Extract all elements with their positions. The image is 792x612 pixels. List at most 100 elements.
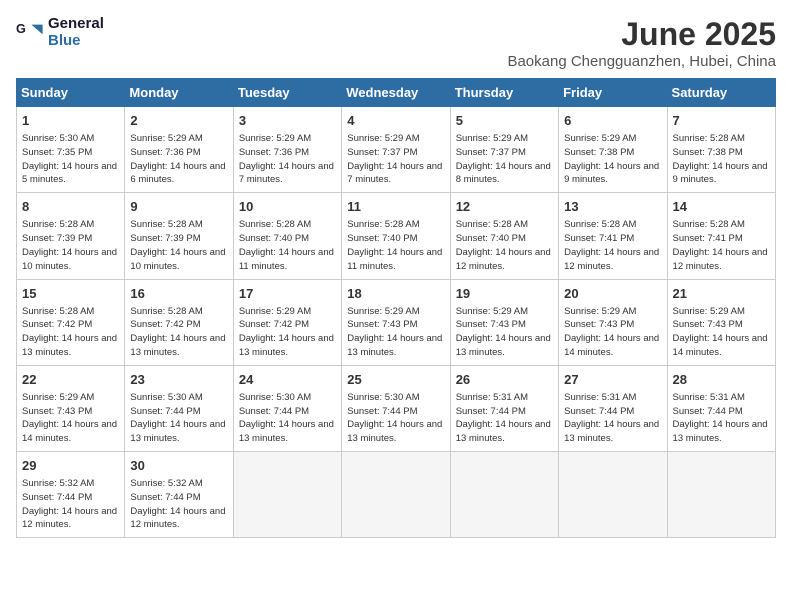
day-info: Sunrise: 5:30 AMSunset: 7:44 PMDaylight:… — [239, 391, 336, 446]
title-area: June 2025 Baokang Chengguanzhen, Hubei, … — [507, 16, 776, 70]
calendar-cell: 2 Sunrise: 5:29 AMSunset: 7:36 PMDaylight… — [125, 107, 233, 193]
day-info: Sunrise: 5:31 AMSunset: 7:44 PMDaylight:… — [673, 391, 770, 446]
day-number: 25 — [347, 371, 444, 389]
weekday-header-wednesday: Wednesday — [342, 79, 450, 107]
day-info: Sunrise: 5:29 AMSunset: 7:36 PMDaylight:… — [239, 132, 336, 187]
day-info: Sunrise: 5:29 AMSunset: 7:38 PMDaylight:… — [564, 132, 661, 187]
calendar-cell: 30Sunrise: 5:32 AMSunset: 7:44 PMDayligh… — [125, 452, 233, 538]
calendar-cell: 1 Sunrise: 5:30 AMSunset: 7:35 PMDaylight… — [17, 107, 125, 193]
logo-text: General Blue — [48, 16, 104, 49]
day-number: 16 — [130, 285, 227, 303]
day-info: Sunrise: 5:29 AMSunset: 7:42 PMDaylight:… — [239, 305, 336, 360]
day-number: 5 — [456, 112, 553, 130]
day-number: 23 — [130, 371, 227, 389]
day-number: 12 — [456, 198, 553, 216]
day-info: Sunrise: 5:32 AMSunset: 7:44 PMDaylight:… — [130, 477, 227, 532]
calendar-week-2: 8 Sunrise: 5:28 AMSunset: 7:39 PMDaylight… — [17, 193, 776, 279]
calendar-cell: 6 Sunrise: 5:29 AMSunset: 7:38 PMDaylight… — [559, 107, 667, 193]
calendar-cell: 27 Sunrise: 5:31 AMSunset: 7:44 PMDayligh… — [559, 365, 667, 451]
day-info: Sunrise: 5:29 AMSunset: 7:36 PMDaylight:… — [130, 132, 227, 187]
weekday-header-sunday: Sunday — [17, 79, 125, 107]
calendar-cell — [450, 452, 558, 538]
day-info: Sunrise: 5:29 AMSunset: 7:43 PMDaylight:… — [22, 391, 119, 446]
weekday-header-saturday: Saturday — [667, 79, 775, 107]
weekday-header-friday: Friday — [559, 79, 667, 107]
calendar-cell: 4Sunrise: 5:29 AMSunset: 7:37 PMDaylight… — [342, 107, 450, 193]
day-info: Sunrise: 5:28 AMSunset: 7:39 PMDaylight:… — [22, 218, 119, 273]
calendar-week-1: 1 Sunrise: 5:30 AMSunset: 7:35 PMDaylight… — [17, 107, 776, 193]
day-info: Sunrise: 5:28 AMSunset: 7:42 PMDaylight:… — [22, 305, 119, 360]
weekday-header-monday: Monday — [125, 79, 233, 107]
day-number: 28 — [673, 371, 770, 389]
day-number: 21 — [673, 285, 770, 303]
day-number: 24 — [239, 371, 336, 389]
day-number: 17 — [239, 285, 336, 303]
calendar-week-4: 22 Sunrise: 5:29 AMSunset: 7:43 PMDayligh… — [17, 365, 776, 451]
weekday-header-thursday: Thursday — [450, 79, 558, 107]
calendar-cell: 22 Sunrise: 5:29 AMSunset: 7:43 PMDayligh… — [17, 365, 125, 451]
day-number: 26 — [456, 371, 553, 389]
calendar-table: SundayMondayTuesdayWednesdayThursdayFrid… — [16, 78, 776, 538]
day-info: Sunrise: 5:29 AMSunset: 7:37 PMDaylight:… — [456, 132, 553, 187]
day-info: Sunrise: 5:28 AMSunset: 7:40 PMDaylight:… — [456, 218, 553, 273]
calendar-cell: 7Sunrise: 5:28 AMSunset: 7:38 PMDaylight… — [667, 107, 775, 193]
day-number: 20 — [564, 285, 661, 303]
day-number: 18 — [347, 285, 444, 303]
calendar-cell: 10Sunrise: 5:28 AMSunset: 7:40 PMDayligh… — [233, 193, 341, 279]
day-number: 19 — [456, 285, 553, 303]
day-number: 29 — [22, 457, 119, 475]
calendar-cell — [559, 452, 667, 538]
day-info: Sunrise: 5:31 AMSunset: 7:44 PMDaylight:… — [456, 391, 553, 446]
calendar-cell — [233, 452, 341, 538]
logo: G General Blue — [16, 16, 104, 49]
day-info: Sunrise: 5:28 AMSunset: 7:40 PMDaylight:… — [347, 218, 444, 273]
calendar-cell: 26 Sunrise: 5:31 AMSunset: 7:44 PMDayligh… — [450, 365, 558, 451]
day-number: 15 — [22, 285, 119, 303]
day-number: 14 — [673, 198, 770, 216]
calendar-cell: 19 Sunrise: 5:29 AMSunset: 7:43 PMDayligh… — [450, 279, 558, 365]
day-info: Sunrise: 5:29 AMSunset: 7:43 PMDaylight:… — [456, 305, 553, 360]
header: G General Blue June 2025 Baokang Chenggu… — [16, 16, 776, 70]
day-number: 22 — [22, 371, 119, 389]
day-info: Sunrise: 5:30 AMSunset: 7:44 PMDaylight:… — [130, 391, 227, 446]
calendar-cell: 28 Sunrise: 5:31 AMSunset: 7:44 PMDayligh… — [667, 365, 775, 451]
calendar-cell — [342, 452, 450, 538]
calendar-cell — [667, 452, 775, 538]
calendar-cell: 3Sunrise: 5:29 AMSunset: 7:36 PMDaylight… — [233, 107, 341, 193]
main-title: June 2025 — [507, 16, 776, 53]
calendar-cell: 21 Sunrise: 5:29 AMSunset: 7:43 PMDayligh… — [667, 279, 775, 365]
day-info: Sunrise: 5:28 AMSunset: 7:40 PMDaylight:… — [239, 218, 336, 273]
day-number: 6 — [564, 112, 661, 130]
day-info: Sunrise: 5:29 AMSunset: 7:43 PMDaylight:… — [564, 305, 661, 360]
day-info: Sunrise: 5:31 AMSunset: 7:44 PMDaylight:… — [564, 391, 661, 446]
calendar-week-5: 29 Sunrise: 5:32 AMSunset: 7:44 PMDayligh… — [17, 452, 776, 538]
day-number: 8 — [22, 198, 119, 216]
calendar-cell: 20 Sunrise: 5:29 AMSunset: 7:43 PMDayligh… — [559, 279, 667, 365]
calendar-cell: 5 Sunrise: 5:29 AMSunset: 7:37 PMDaylight… — [450, 107, 558, 193]
day-number: 9 — [130, 198, 227, 216]
weekday-header-tuesday: Tuesday — [233, 79, 341, 107]
calendar-cell: 12 Sunrise: 5:28 AMSunset: 7:40 PMDayligh… — [450, 193, 558, 279]
day-info: Sunrise: 5:32 AMSunset: 7:44 PMDaylight:… — [22, 477, 119, 532]
day-info: Sunrise: 5:30 AMSunset: 7:44 PMDaylight:… — [347, 391, 444, 446]
calendar-cell: 25 Sunrise: 5:30 AMSunset: 7:44 PMDayligh… — [342, 365, 450, 451]
calendar-cell: 8 Sunrise: 5:28 AMSunset: 7:39 PMDaylight… — [17, 193, 125, 279]
day-info: Sunrise: 5:29 AMSunset: 7:43 PMDaylight:… — [347, 305, 444, 360]
day-info: Sunrise: 5:28 AMSunset: 7:38 PMDaylight:… — [673, 132, 770, 187]
calendar-cell: 17 Sunrise: 5:29 AMSunset: 7:42 PMDayligh… — [233, 279, 341, 365]
day-info: Sunrise: 5:28 AMSunset: 7:41 PMDaylight:… — [673, 218, 770, 273]
day-number: 1 — [22, 112, 119, 130]
calendar-cell: 16Sunrise: 5:28 AMSunset: 7:42 PMDayligh… — [125, 279, 233, 365]
day-number: 2 — [130, 112, 227, 130]
calendar-cell: 23 Sunrise: 5:30 AMSunset: 7:44 PMDayligh… — [125, 365, 233, 451]
subtitle: Baokang Chengguanzhen, Hubei, China — [507, 53, 776, 70]
day-info: Sunrise: 5:29 AMSunset: 7:43 PMDaylight:… — [673, 305, 770, 360]
calendar-cell: 13Sunrise: 5:28 AMSunset: 7:41 PMDayligh… — [559, 193, 667, 279]
day-number: 11 — [347, 198, 444, 216]
day-number: 13 — [564, 198, 661, 216]
calendar-cell: 14 Sunrise: 5:28 AMSunset: 7:41 PMDayligh… — [667, 193, 775, 279]
calendar-cell: 29 Sunrise: 5:32 AMSunset: 7:44 PMDayligh… — [17, 452, 125, 538]
day-info: Sunrise: 5:30 AMSunset: 7:35 PMDaylight:… — [22, 132, 119, 187]
day-number: 27 — [564, 371, 661, 389]
calendar-cell: 9Sunrise: 5:28 AMSunset: 7:39 PMDaylight… — [125, 193, 233, 279]
